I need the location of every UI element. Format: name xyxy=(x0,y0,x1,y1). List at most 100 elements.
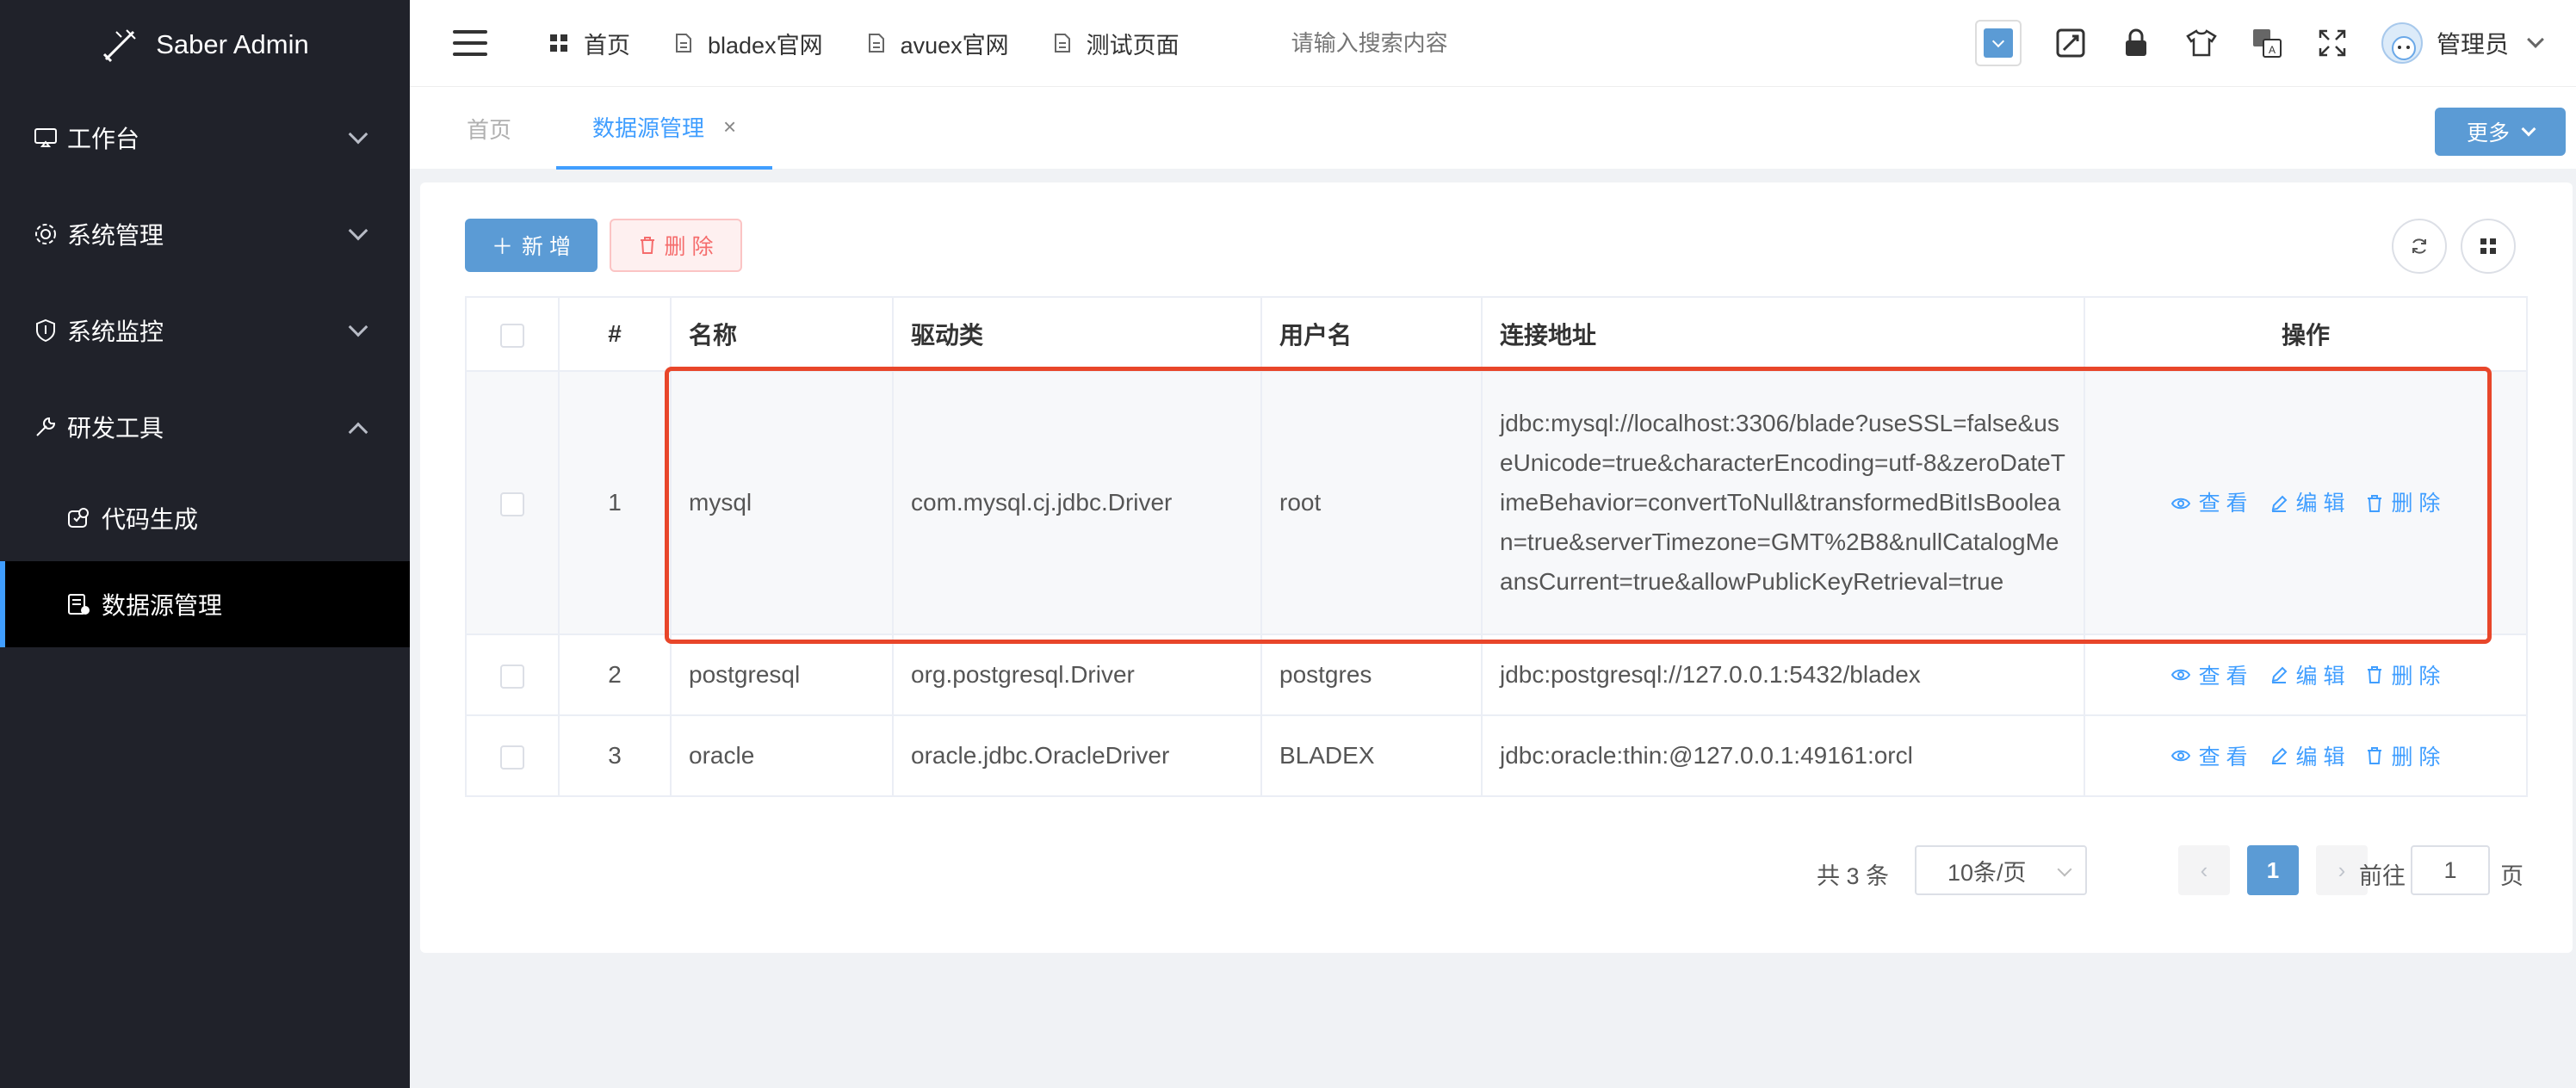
tabs-bar: 首页 数据源管理 × 更多 xyxy=(410,86,2576,170)
app-logo[interactable]: Saber Admin xyxy=(0,0,410,90)
chevron-right-icon: › xyxy=(2338,856,2346,883)
code-icon xyxy=(64,504,93,533)
goto-label: 前往 xyxy=(2359,863,2406,889)
sidebar-item-system[interactable]: 系统管理 xyxy=(0,186,410,282)
user-name: 管理员 xyxy=(2436,31,2509,58)
sidebar-item-devtools[interactable]: 研发工具 xyxy=(0,379,410,475)
page-size-select[interactable]: 10条/页 xyxy=(1915,845,2087,895)
nav-link-label: bladex官网 xyxy=(708,32,823,59)
view-label: 查 看 xyxy=(2198,745,2248,770)
lock-icon[interactable] xyxy=(2120,27,2152,59)
view-button[interactable]: 查 看 xyxy=(2170,484,2248,523)
sidebar-item-codegen[interactable]: 代码生成 xyxy=(0,475,410,561)
delete-button[interactable]: 删 除 xyxy=(2367,740,2440,771)
refresh-icon xyxy=(2412,238,2426,254)
col-driver: 驱动类 xyxy=(892,296,1262,372)
delete-button[interactable]: 删 除 xyxy=(2367,659,2440,690)
batch-delete-button[interactable]: 删 除 xyxy=(610,219,742,272)
delete-button-label: 删 除 xyxy=(664,235,714,259)
nav-avuex[interactable]: avuex官网 xyxy=(868,27,1009,60)
chevron-down-icon xyxy=(348,124,368,145)
page-suffix: 页 xyxy=(2500,863,2523,889)
datasource-table: # 名称 驱动类 用户名 连接地址 操作 1 mysql com.mysql.c… xyxy=(465,296,2528,797)
close-icon[interactable]: × xyxy=(723,114,736,140)
row-index: 3 xyxy=(558,714,672,797)
saber-logo-icon xyxy=(103,29,136,63)
edit-icon xyxy=(2271,495,2287,512)
edit-label: 编 辑 xyxy=(2295,745,2345,770)
view-button[interactable]: 查 看 xyxy=(2170,659,2248,690)
sidebar-item-monitor[interactable]: 系统监控 xyxy=(0,282,410,379)
page-number-current[interactable]: 1 xyxy=(2247,845,2299,895)
tab-home[interactable]: 首页 xyxy=(467,87,511,170)
add-button-label: 新 增 xyxy=(522,235,571,259)
col-actions: 操作 xyxy=(2084,296,2528,372)
eye-icon xyxy=(2170,750,2190,762)
edit-icon xyxy=(2271,747,2287,764)
sidebar: Saber Admin 工作台 系统管理 系统监控 研发工具 代码生成 数据源管… xyxy=(0,0,410,1088)
nav-home[interactable]: 首页 xyxy=(549,27,630,60)
nav-test-page[interactable]: 测试页面 xyxy=(1054,27,1180,60)
tab-label: 数据源管理 xyxy=(592,114,705,141)
add-button[interactable]: ＋ 新 增 xyxy=(465,219,598,272)
table-header-row: # 名称 驱动类 用户名 连接地址 操作 xyxy=(465,296,2528,372)
tshirt-icon[interactable] xyxy=(2185,27,2218,59)
view-label: 查 看 xyxy=(2198,665,2248,689)
chevron-down-icon xyxy=(2057,862,2072,877)
sidebar-item-datasource[interactable]: 数据源管理 xyxy=(0,561,410,647)
theme-icon[interactable] xyxy=(2054,27,2087,59)
tab-datasource[interactable]: 数据源管理 × xyxy=(556,87,773,170)
datasource-icon xyxy=(64,590,93,619)
more-button[interactable]: 更多 xyxy=(2435,108,2566,156)
top-nav: 首页 bladex官网 avuex官网 测试页面 xyxy=(549,27,1180,60)
pagination: 共 3 条 10条/页 ‹ 1 › 前往 页 xyxy=(420,845,2573,895)
search-input[interactable] xyxy=(1291,29,1593,57)
row-driver: org.postgresql.Driver xyxy=(892,634,1262,716)
nav-link-label: 首页 xyxy=(584,32,630,59)
sidebar-item-label: 系统管理 xyxy=(67,222,164,249)
refresh-button[interactable] xyxy=(2392,219,2447,274)
edit-button[interactable]: 编 辑 xyxy=(2270,740,2345,771)
user-menu[interactable]: 管理员 xyxy=(2381,22,2544,64)
gear-icon xyxy=(31,219,60,249)
grid-icon xyxy=(2480,238,2496,254)
tab-label: 首页 xyxy=(467,116,512,143)
menu-toggle-icon[interactable] xyxy=(453,30,487,56)
language-icon[interactable]: A xyxy=(2251,27,2283,59)
sidebar-item-label: 系统监控 xyxy=(67,318,164,345)
row-checkbox[interactable] xyxy=(500,745,524,770)
row-checkbox[interactable] xyxy=(500,491,524,516)
document-icon xyxy=(1054,34,1070,53)
nav-bladex[interactable]: bladex官网 xyxy=(675,27,823,60)
more-button-label: 更多 xyxy=(2466,121,2510,145)
prev-page-button[interactable]: ‹ xyxy=(2178,845,2230,895)
chevron-up-icon xyxy=(348,422,368,442)
row-username: root xyxy=(1260,370,1483,635)
eye-icon xyxy=(2170,498,2190,509)
edit-button[interactable]: 编 辑 xyxy=(2270,484,2344,523)
columns-button[interactable] xyxy=(2461,219,2516,274)
theme-color-picker[interactable] xyxy=(1974,20,2022,66)
trash-icon xyxy=(640,237,654,254)
document-icon xyxy=(868,34,884,53)
select-all-checkbox[interactable] xyxy=(500,323,524,348)
fullscreen-icon[interactable] xyxy=(2316,27,2349,59)
shield-icon xyxy=(31,316,60,345)
edit-icon xyxy=(2271,666,2287,683)
delete-button[interactable]: 删 除 xyxy=(2367,484,2440,523)
goto-page-input[interactable] xyxy=(2411,845,2490,895)
sidebar-item-label: 代码生成 xyxy=(102,506,199,533)
row-name: postgresql xyxy=(670,634,894,716)
sidebar-item-workbench[interactable]: 工作台 xyxy=(0,90,410,186)
row-index: 1 xyxy=(558,370,672,635)
wrench-icon xyxy=(31,412,60,442)
edit-button[interactable]: 编 辑 xyxy=(2270,659,2344,690)
row-username: BLADEX xyxy=(1260,714,1483,797)
row-checkbox[interactable] xyxy=(500,664,524,689)
color-swatch xyxy=(1983,28,2013,58)
view-button[interactable]: 查 看 xyxy=(2170,740,2248,771)
row-url: jdbc:postgresql://127.0.0.1:5432/bladex xyxy=(1481,634,2085,716)
row-driver: com.mysql.cj.jdbc.Driver xyxy=(892,370,1262,635)
chevron-down-icon xyxy=(2521,121,2536,137)
delete-label: 删 除 xyxy=(2391,665,2441,689)
